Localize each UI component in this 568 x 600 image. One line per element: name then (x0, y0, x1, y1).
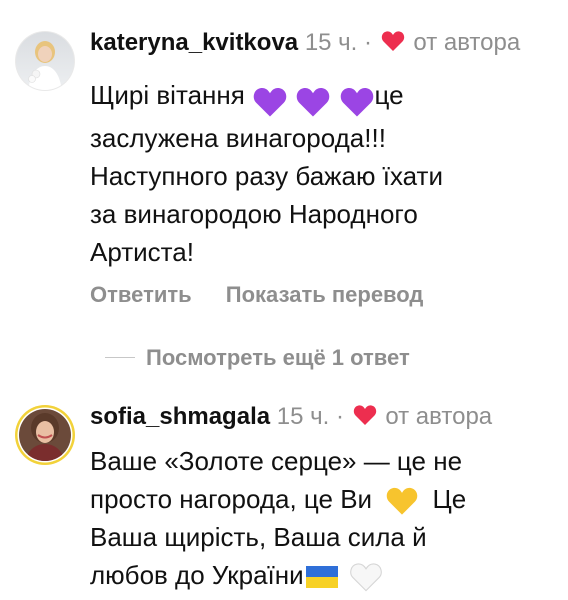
comment-line: Щирі вітання це (90, 76, 548, 119)
comment-meta: kateryna_kvitkova 15 ч. · от автора (90, 24, 548, 64)
comment-line: любов до України (90, 556, 548, 594)
reply-button[interactable]: Ответить (90, 282, 192, 307)
meta-separator: · (335, 403, 344, 430)
comment-line: просто нагорода, це Ви Це (90, 480, 548, 518)
comment-time: 15 ч. (304, 29, 358, 56)
author-liked-label: от автора (385, 403, 493, 430)
comment-line: Ваша щирість, Ваша сила й (90, 522, 427, 552)
comment-text-segment: любов до України (90, 560, 304, 590)
comment-time: 15 ч. (276, 403, 330, 430)
purple-heart-icon (253, 88, 287, 117)
ukraine-flag-icon (305, 566, 338, 589)
replies-divider (105, 357, 135, 358)
username-link[interactable]: kateryna_kvitkova (90, 29, 298, 56)
comment-text-segment: просто нагорода, це Ви (90, 484, 373, 514)
emoji-group (252, 81, 374, 119)
meta-separator: · (364, 29, 373, 56)
comment-line: Ваше «Золоте серце» — це не (90, 446, 463, 476)
heart-icon (353, 400, 377, 438)
username-link[interactable]: sofia_shmagala (90, 403, 270, 430)
comment-meta: sofia_shmagala 15 ч. · от автора (90, 398, 548, 438)
comment-text-segment: це (374, 80, 404, 110)
comment-actions: Ответить Показать перевод (90, 279, 548, 311)
comment-body: sofia_shmagala 15 ч. · от автора Ваше «З… (90, 398, 548, 594)
comments-screen: kateryna_kvitkova 15 ч. · от автора Щирі… (0, 0, 568, 600)
view-replies-button[interactable]: Посмотреть ещё 1 ответ (146, 342, 410, 374)
comment-text: Щирі вітання це заслужена винагорода!!! … (90, 76, 548, 271)
avatar[interactable] (14, 404, 76, 466)
comment-line: заслужена винагорода!!! (90, 123, 386, 153)
purple-heart-icon (297, 88, 330, 117)
comment-line: Наступного разу бажаю їхати (90, 161, 443, 191)
heart-icon (381, 26, 405, 64)
comment-body: kateryna_kvitkova 15 ч. · от автора Щирі… (90, 24, 548, 311)
show-translation-button[interactable]: Показать перевод (226, 282, 424, 307)
author-liked-label: от автора (413, 29, 521, 56)
comment-line: за винагородою Народного (90, 199, 418, 229)
comment-line: Артиста! (90, 237, 194, 267)
comment-text-segment: Це (432, 484, 467, 514)
white-heart-icon (350, 563, 382, 592)
avatar[interactable] (14, 30, 76, 92)
comment-text-segment: Щирі вітання (90, 80, 245, 110)
comment-text: Ваше «Золоте серце» — це не просто нагор… (90, 442, 548, 594)
yellow-heart-icon (387, 488, 418, 515)
purple-heart-icon (340, 88, 373, 117)
